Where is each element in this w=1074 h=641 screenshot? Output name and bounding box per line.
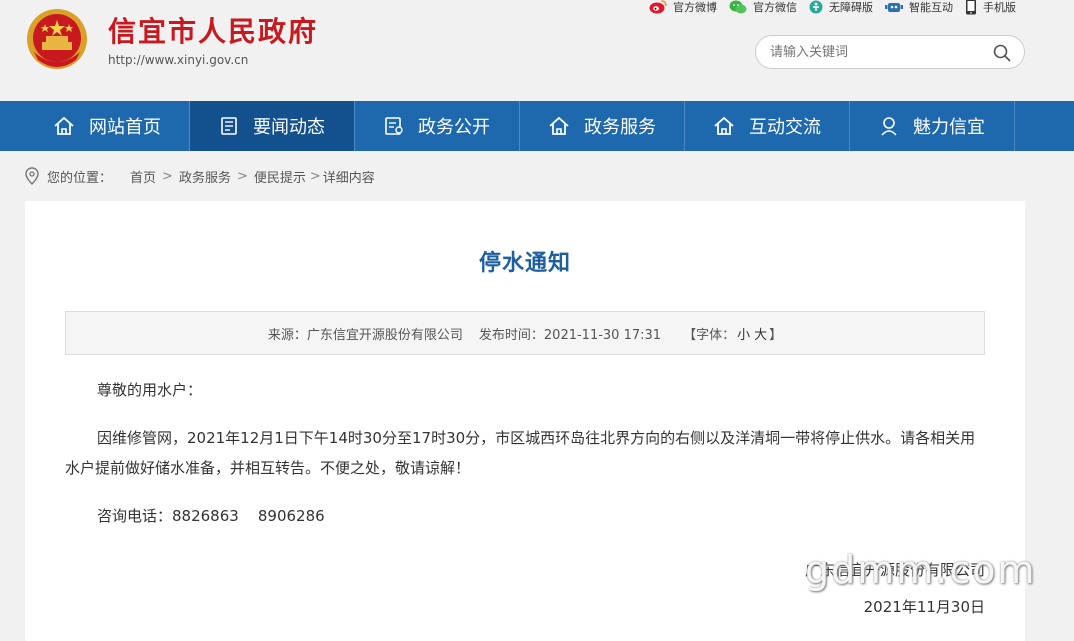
breadcrumb-gov-services[interactable]: 政务服务	[179, 167, 231, 186]
source-value: 广东信宜开源股份有限公司	[306, 327, 463, 343]
nav-item-label: 政务服务	[584, 117, 656, 138]
site-title: 信宜市人民政府	[108, 15, 319, 48]
nav-item-label: 互动交流	[749, 117, 821, 138]
person-icon	[879, 116, 899, 136]
breadcrumb-separator: >	[236, 168, 248, 184]
nav-item-news[interactable]: 要闻动态	[190, 101, 355, 151]
main-nav: 网站首页 要闻动态 政务公开 政务服务 互动交流 魅力信宜	[0, 101, 1074, 151]
watermark: gdmm.com	[805, 548, 1037, 592]
nav-item-interaction[interactable]: 互动交流	[685, 101, 850, 151]
search-input[interactable]	[770, 43, 980, 61]
weibo-icon	[649, 0, 667, 14]
search-icon[interactable]	[992, 43, 1012, 63]
home-icon	[713, 116, 735, 136]
font-small-button[interactable]: 小	[737, 328, 750, 343]
top-link-weibo[interactable]: 官方微博	[649, 0, 717, 15]
article-time: 发布时间：2021-11-30 17:31	[479, 324, 661, 343]
search-box	[755, 35, 1025, 69]
font-size-end: 】	[769, 327, 783, 343]
time-value: 2021-11-30 17:31	[543, 327, 662, 343]
mobile-icon	[965, 0, 977, 15]
top-link-robot[interactable]: 智能互动	[885, 0, 953, 15]
news-icon	[219, 116, 239, 136]
nav-item-label: 魅力信宜	[913, 117, 985, 138]
article-source: 来源：广东信宜开源股份有限公司	[268, 324, 463, 343]
top-link-label: 手机版	[983, 1, 1016, 14]
home-icon	[53, 116, 75, 136]
robot-icon	[885, 0, 903, 14]
nav-item-label: 政务公开	[418, 117, 490, 138]
article-meta: 来源：广东信宜开源股份有限公司 发布时间：2021-11-30 17:31 【字…	[65, 311, 985, 355]
top-link-label: 无障碍版	[829, 1, 873, 14]
breadcrumb-home[interactable]: 首页	[130, 167, 156, 186]
source-label: 来源：	[267, 327, 307, 343]
font-size-control: 【字体：小大】	[683, 324, 782, 343]
breadcrumb: 您的位置： 首页 > 政务服务 > 便民提示 > 详细内容	[0, 151, 1074, 201]
location-pin-icon	[25, 167, 39, 185]
accessibility-icon	[809, 0, 823, 14]
breadcrumb-separator: >	[162, 168, 173, 184]
nav-item-label: 网站首页	[89, 117, 161, 138]
top-link-label: 智能互动	[909, 1, 953, 14]
national-emblem-icon	[27, 9, 87, 69]
breadcrumb-notices[interactable]: 便民提示	[254, 167, 306, 186]
top-link-accessibility[interactable]: 无障碍版	[809, 0, 873, 15]
site-url: http://www.xinyi.gov.cn	[108, 53, 249, 67]
article-body: 尊敬的用水户： 因维修管网，2021年12月1日下午14时30分至17时30分，…	[25, 375, 1025, 531]
article-title: 停水通知	[478, 251, 571, 276]
font-size-label: 【字体：	[683, 327, 736, 343]
nav-item-home[interactable]: 网站首页	[25, 101, 190, 151]
home-icon	[548, 116, 570, 136]
top-link-label: 官方微博	[673, 1, 717, 14]
nav-item-label: 要闻动态	[253, 117, 325, 138]
top-link-label: 官方微信	[753, 1, 797, 14]
breadcrumb-label: 您的位置：	[47, 170, 113, 186]
nav-item-charm[interactable]: 魅力信宜	[850, 101, 1015, 151]
article-greeting: 尊敬的用水户：	[97, 381, 203, 399]
top-link-wechat[interactable]: 官方微信	[729, 0, 797, 15]
font-large-button[interactable]: 大	[754, 328, 767, 343]
time-label: 发布时间：	[478, 327, 544, 343]
top-links: 官方微博 官方微信 无障碍版 智能互动 手机版	[637, 0, 1016, 15]
document-icon	[384, 116, 404, 136]
nav-item-gov-services[interactable]: 政务服务	[520, 101, 685, 151]
breadcrumb-separator: >	[309, 168, 321, 184]
top-link-mobile[interactable]: 手机版	[965, 0, 1016, 15]
signature-date: 2021年11月30日	[863, 598, 985, 616]
site-header: 信宜市人民政府 http://www.xinyi.gov.cn 官方微博 官方微…	[0, 0, 1074, 101]
wechat-icon	[729, 0, 747, 14]
nav-item-gov-affairs[interactable]: 政务公开	[355, 101, 520, 151]
article-paragraph: 因维修管网，2021年12月1日下午14时30分至17时30分，市区城西环岛往北…	[65, 429, 976, 477]
breadcrumb-detail: 详细内容	[322, 170, 375, 186]
article-contact: 咨询电话：8826863 8906286	[97, 507, 325, 525]
